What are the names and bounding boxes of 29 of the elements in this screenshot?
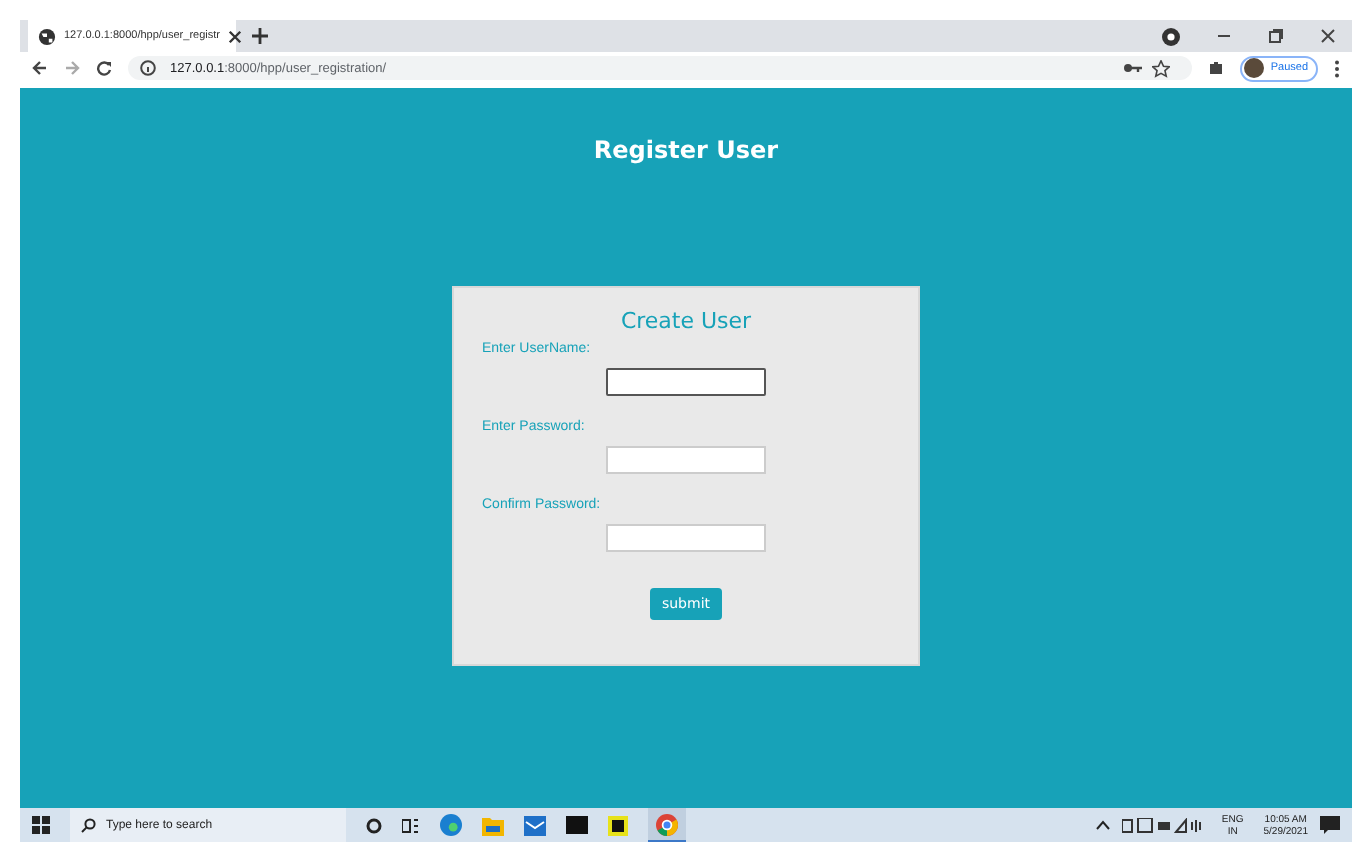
search-icon xyxy=(80,817,96,833)
windows-start-icon[interactable] xyxy=(32,816,50,834)
page-heading: Register User xyxy=(593,136,779,164)
chrome-taskbar-button[interactable] xyxy=(648,808,686,842)
notification-icon[interactable] xyxy=(1320,815,1340,835)
media-icon[interactable] xyxy=(1162,27,1180,45)
close-icon[interactable] xyxy=(227,29,242,43)
key-icon[interactable] xyxy=(1124,62,1143,74)
plus-icon[interactable] xyxy=(252,28,268,44)
close-icon[interactable] xyxy=(1320,28,1336,44)
task-view-icon[interactable] xyxy=(402,817,420,833)
folder-icon[interactable] xyxy=(482,815,504,835)
reload-icon[interactable] xyxy=(96,60,112,76)
restore-icon[interactable] xyxy=(1268,28,1284,44)
globe-icon xyxy=(38,27,56,45)
back-arrow-icon[interactable] xyxy=(32,60,48,76)
form-title: Create User xyxy=(618,308,754,334)
circle-icon[interactable] xyxy=(366,817,382,833)
chrome-icon xyxy=(656,813,678,835)
app-icon[interactable] xyxy=(608,815,628,835)
tray-icons-drawing xyxy=(1121,817,1202,833)
info-icon xyxy=(140,60,156,76)
more-icon[interactable] xyxy=(1334,59,1340,77)
star-icon[interactable] xyxy=(1152,59,1171,77)
caret-up-icon[interactable] xyxy=(1095,820,1110,830)
mail-icon[interactable] xyxy=(524,815,546,835)
input-field[interactable] xyxy=(606,368,766,396)
edge-browser-icon[interactable] xyxy=(440,814,462,836)
avatar-icon xyxy=(1244,58,1265,78)
